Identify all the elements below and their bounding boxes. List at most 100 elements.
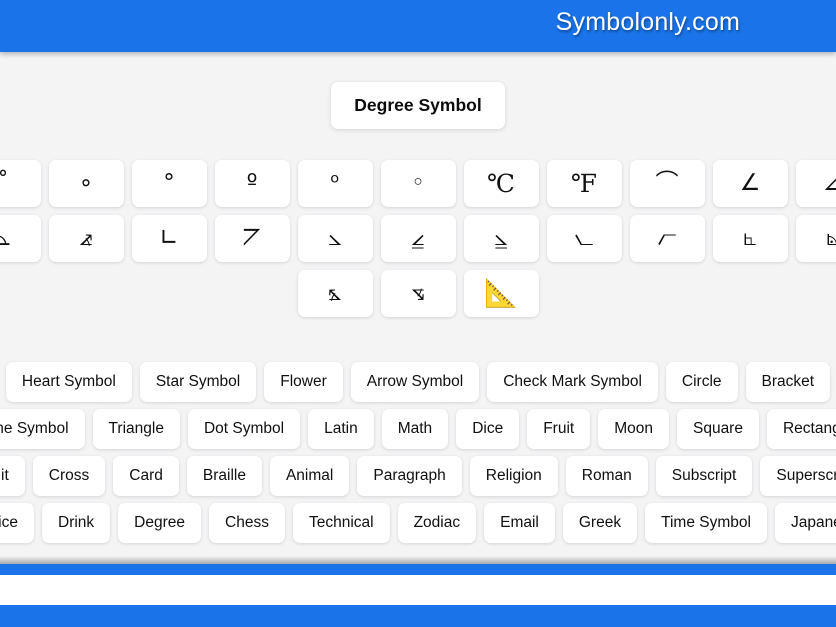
- category-chip-technical[interactable]: Technical: [292, 503, 390, 543]
- category-chip-greek[interactable]: Greek: [562, 503, 638, 543]
- category-chip-check-mark-symbol[interactable]: Check Mark Symbol: [487, 362, 658, 402]
- masculine-ordinal-symbol[interactable]: º: [214, 160, 290, 207]
- category-chip-heart-symbol[interactable]: Heart Symbol: [5, 362, 132, 402]
- symbol-glyph: 📐: [484, 278, 518, 309]
- spherical-angle-opening-up-symbol[interactable]: ⦧: [629, 215, 705, 262]
- symbol-glyph: ⦪: [411, 280, 425, 306]
- category-chip-row: Line SymbolTriangleDot SymbolLatinMathDi…: [0, 409, 836, 449]
- symbol-glyph: ∘: [78, 170, 94, 196]
- category-chip-moon[interactable]: Moon: [598, 409, 669, 449]
- category-chip-religion[interactable]: Religion: [469, 456, 558, 496]
- category-chip-time-symbol[interactable]: Time Symbol: [645, 503, 767, 543]
- category-chip-flower[interactable]: Flower: [264, 362, 343, 402]
- category-chip-zodiac[interactable]: Zodiac: [397, 503, 477, 543]
- symbol-glyph: ⦢: [243, 225, 261, 251]
- category-chip-animal[interactable]: Animal: [269, 456, 350, 496]
- symbol-grid: ˚ ∘ ° º ᵒ ◦ ℃ ℉ ⌒ ∠ ⦞ ⊾ ⦨ ∟ ⦢ ⦣ ⦤ ⦥ ⦦ ⦧ ⦜ ⦝ ⦩ ⦪ 📐: [0, 160, 836, 325]
- category-chip-latin[interactable]: Latin: [308, 409, 374, 449]
- symbol-glyph: ˚: [0, 170, 9, 196]
- category-chip-square[interactable]: Square: [676, 409, 759, 449]
- reversed-angle-symbol[interactable]: ⦣: [297, 215, 373, 262]
- category-chip-arrow-symbol[interactable]: Arrow Symbol: [350, 362, 480, 402]
- category-chip-email[interactable]: Email: [484, 503, 555, 543]
- category-chip-circle[interactable]: Circle: [665, 362, 738, 402]
- spherical-angle-opening-left-symbol[interactable]: ⦦: [546, 215, 622, 262]
- category-chip-unit[interactable]: Unit: [0, 456, 25, 496]
- symbol-glyph: ⦨: [79, 225, 93, 251]
- category-chip-star-symbol[interactable]: Star Symbol: [139, 362, 257, 402]
- category-chip-math[interactable]: Math: [381, 409, 449, 449]
- ring-operator-symbol[interactable]: ∘: [48, 160, 124, 207]
- measured-angle-opening-right-symbol[interactable]: ⦩: [297, 270, 373, 317]
- symbol-glyph: ⦦: [574, 225, 594, 251]
- symbol-glyph: ℃: [487, 169, 515, 198]
- angle-opening-down-symbol[interactable]: ⦪: [380, 270, 456, 317]
- measured-angle-opening-left-symbol[interactable]: ⦨: [48, 215, 124, 262]
- degree-celsius-symbol[interactable]: ℃: [463, 160, 539, 207]
- symbol-glyph: ⊾: [0, 225, 13, 251]
- category-chip-row: Heart Symbol Star Symbol Flower Arrow Symbo…: [0, 362, 836, 402]
- turned-angle-symbol[interactable]: ⦢: [214, 215, 290, 262]
- angle-symbol[interactable]: ∠: [712, 160, 788, 207]
- symbol-row: ⊾ ⦨ ∟ ⦢ ⦣ ⦤ ⦥ ⦦ ⦧ ⦜ ⦝: [0, 215, 836, 262]
- symbol-glyph: ⦤: [411, 225, 425, 251]
- category-chip-chess[interactable]: Chess: [209, 503, 285, 543]
- symbol-glyph: ⦧: [657, 225, 677, 251]
- ring-above-symbol[interactable]: ˚: [0, 160, 41, 207]
- page-heading-card: Degree Symbol: [331, 82, 505, 129]
- category-chip-dot-symbol[interactable]: Dot Symbol: [187, 409, 301, 449]
- symbol-glyph: ∠: [739, 170, 761, 196]
- category-chip-bracket[interactable]: Bracket: [745, 362, 831, 402]
- content-bottom-shadow: [0, 556, 836, 564]
- white-bullet-symbol[interactable]: ◦: [380, 160, 456, 207]
- right-angle-symbol[interactable]: ∟: [131, 215, 207, 262]
- category-chip-card[interactable]: Card: [113, 456, 179, 496]
- symbol-glyph: ⦝: [826, 225, 836, 251]
- category-chip-rectangle[interactable]: Rectangle: [766, 409, 836, 449]
- category-chip-fruit[interactable]: Fruit: [527, 409, 591, 449]
- footer-bar-bottom: [0, 605, 836, 627]
- symbol-row: ⦩ ⦪ 📐: [0, 270, 836, 317]
- measured-right-angle-symbol[interactable]: ⦝: [795, 215, 836, 262]
- triangular-ruler-emoji[interactable]: 📐: [463, 270, 539, 317]
- category-chip-row: OfficeDrinkDegreeChessTechnicalZodiacEma…: [0, 503, 836, 543]
- category-chip-subscript[interactable]: Subscript: [655, 456, 753, 496]
- page-heading-container: Degree Symbol: [0, 82, 836, 129]
- symbol-glyph: ⦩: [328, 280, 342, 306]
- symbol-row: ˚ ∘ ° º ᵒ ◦ ℃ ℉ ⌒ ∠ ⦞: [0, 160, 836, 207]
- category-chip-triangle[interactable]: Triangle: [92, 409, 180, 449]
- category-chip-drink[interactable]: Drink: [42, 503, 111, 543]
- symbol-glyph: ⦥: [494, 225, 508, 251]
- category-chip-cross[interactable]: Cross: [32, 456, 106, 496]
- footer-bar-top: [0, 564, 836, 575]
- degree-fahrenheit-symbol[interactable]: ℉: [546, 160, 622, 207]
- symbol-glyph: ⦣: [328, 225, 342, 251]
- degree-sign-symbol[interactable]: °: [131, 160, 207, 207]
- angle-with-s-inside-symbol[interactable]: ⦤: [380, 215, 456, 262]
- footer-white-gap: [0, 575, 836, 605]
- right-angle-variant-symbol[interactable]: ⦜: [712, 215, 788, 262]
- symbol-glyph: ◦: [411, 170, 425, 196]
- angle-with-underbar-symbol[interactable]: ⦞: [795, 160, 836, 207]
- acute-angle-symbol[interactable]: ⦥: [463, 215, 539, 262]
- symbol-glyph: ⦜: [743, 225, 757, 251]
- category-chip-office[interactable]: Office: [0, 503, 34, 543]
- symbol-glyph: ᵒ: [330, 170, 340, 196]
- category-chip-superscript[interactable]: Superscript: [760, 456, 836, 496]
- modifier-letter-small-o-symbol[interactable]: ᵒ: [297, 160, 373, 207]
- category-chip-degree[interactable]: Degree: [118, 503, 202, 543]
- symbol-glyph: °: [163, 170, 175, 196]
- category-chip-line-symbol[interactable]: Line Symbol: [0, 409, 85, 449]
- site-title: Symbolonly.com: [555, 8, 740, 36]
- page-title: Degree Symbol: [354, 95, 482, 115]
- page-root: Symbolonly.com Degree Symbol ˚ ∘ ° º ᵒ ◦ ℃ ℉ ⌒ ∠ ⦞…: [0, 0, 836, 627]
- right-angle-with-arc-symbol[interactable]: ⊾: [0, 215, 41, 262]
- category-chip-japanese[interactable]: Japanese: [774, 503, 836, 543]
- category-chip-braille[interactable]: Braille: [186, 456, 262, 496]
- category-chip-roman[interactable]: Roman: [565, 456, 648, 496]
- category-chip-grid: Heart Symbol Star Symbol Flower Arrow Symbo…: [0, 362, 836, 550]
- arc-symbol[interactable]: ⌒: [629, 160, 705, 207]
- category-chip-paragraph[interactable]: Paragraph: [357, 456, 462, 496]
- symbol-glyph: º: [246, 170, 258, 196]
- category-chip-dice[interactable]: Dice: [456, 409, 520, 449]
